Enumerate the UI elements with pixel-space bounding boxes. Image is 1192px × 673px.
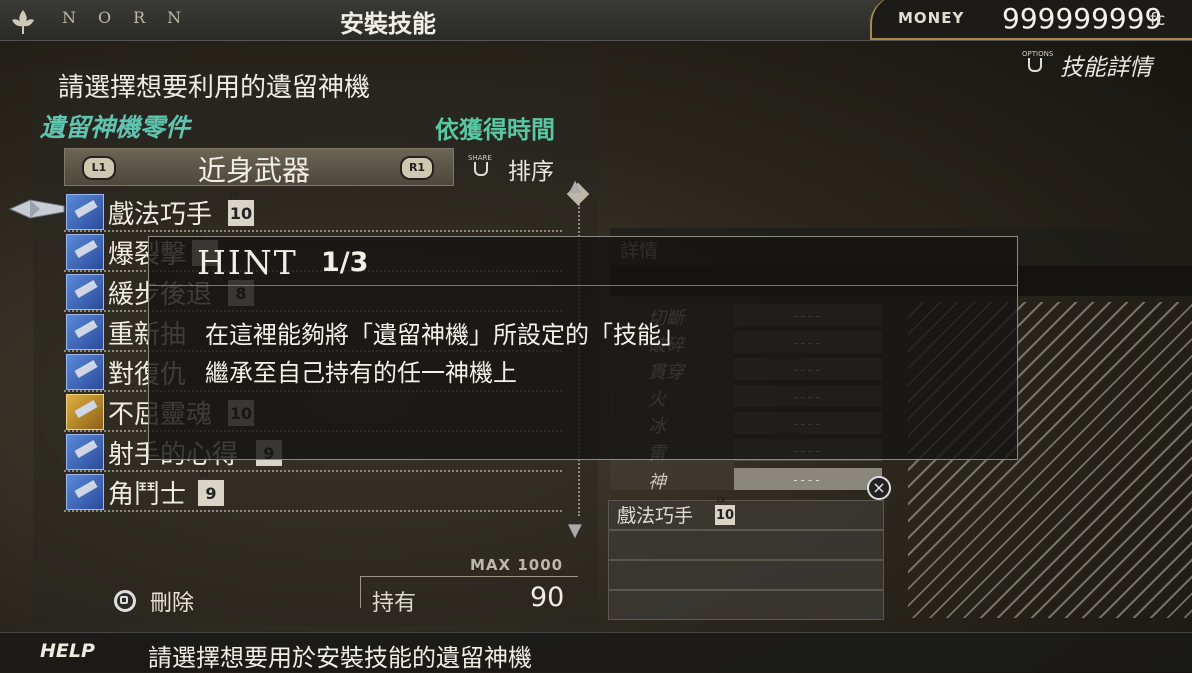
blade-blue-icon: [66, 194, 104, 230]
list-prompt: 請選擇想要利用的遺留神機: [58, 73, 371, 103]
blade-blue-icon: [66, 434, 104, 470]
blade-blue-icon: [66, 274, 104, 310]
l1-button[interactable]: L1: [82, 156, 116, 180]
hint-text-line: 繼承至自己持有的任一神機上: [205, 359, 517, 387]
max-count-label: MAX 1000: [470, 556, 564, 574]
hint-header: HINT 1/3: [149, 237, 1017, 286]
r1-button[interactable]: R1: [400, 156, 434, 180]
slot-skill-name: 戲法巧手: [617, 505, 694, 527]
help-label: HELP: [40, 640, 95, 662]
section-title: 遺留神機零件: [40, 113, 191, 142]
item-name: 戲法巧手: [108, 200, 213, 230]
blade-blue-icon: [66, 474, 104, 510]
square-button-icon[interactable]: [114, 590, 136, 612]
options-touchpad-icon: [1028, 58, 1042, 72]
blade-blue-icon: [66, 314, 104, 350]
skill-slot[interactable]: 戲法巧手 LV 10: [608, 496, 884, 530]
level-badge: LV9: [198, 471, 224, 506]
skill-slot-empty[interactable]: [608, 530, 884, 560]
help-text: 請選擇想要用於安裝技能的遺留神機: [148, 644, 532, 672]
divider: [360, 576, 578, 577]
owned-value: 90: [530, 582, 565, 613]
hint-title: HINT: [197, 243, 298, 282]
skill-detail-button[interactable]: 技能詳情: [1060, 48, 1152, 82]
money-label: MONEY: [898, 9, 965, 27]
hint-page-counter: 1/3: [321, 247, 369, 278]
level-badge: LV10: [228, 191, 254, 226]
scroll-up-icon[interactable]: ▲: [569, 176, 581, 195]
norn-leaf-logo-icon: [12, 10, 34, 34]
brand-name: NORN: [62, 8, 204, 27]
level-badge: LV10: [715, 496, 735, 525]
hint-dialog[interactable]: HINT 1/3 在這裡能夠將「遺留神機」所設定的「技能」 繼承至自己持有的任一…: [148, 236, 1018, 460]
sort-order-value: 依獲得時間: [435, 116, 555, 144]
options-caption: OPTIONS: [1022, 50, 1054, 58]
money-value: 999999999: [1002, 2, 1163, 35]
owned-label: 持有: [372, 591, 417, 616]
screen-title: 安裝技能: [340, 10, 436, 38]
selection-cursor-icon: [8, 199, 65, 219]
delete-button[interactable]: 刪除: [150, 585, 194, 617]
stat-row: 神 ----: [610, 468, 882, 493]
blade-blue-icon: [66, 234, 104, 270]
share-caption: SHARE: [468, 154, 492, 162]
divider: [360, 576, 361, 608]
cross-button-icon[interactable]: ×: [867, 476, 891, 500]
share-touchpad-icon: [474, 162, 488, 176]
blade-blue-icon: [66, 354, 104, 390]
hint-text-line: 在這裡能夠將「遺留神機」所設定的「技能」: [205, 321, 685, 349]
item-name: 角鬥士: [108, 480, 187, 510]
category-label: 近身武器: [198, 154, 311, 187]
list-item[interactable]: 角鬥士 LV 9: [64, 471, 562, 512]
list-item[interactable]: 戲法巧手 LV 10: [64, 191, 562, 232]
sort-button[interactable]: 排序: [508, 152, 554, 186]
skill-slot-empty[interactable]: [608, 560, 884, 590]
scroll-down-icon[interactable]: ▼: [568, 520, 582, 541]
currency-symbol: fc: [1150, 10, 1166, 30]
skill-slot-empty[interactable]: [608, 590, 884, 620]
blade-gold-icon: [66, 394, 104, 430]
